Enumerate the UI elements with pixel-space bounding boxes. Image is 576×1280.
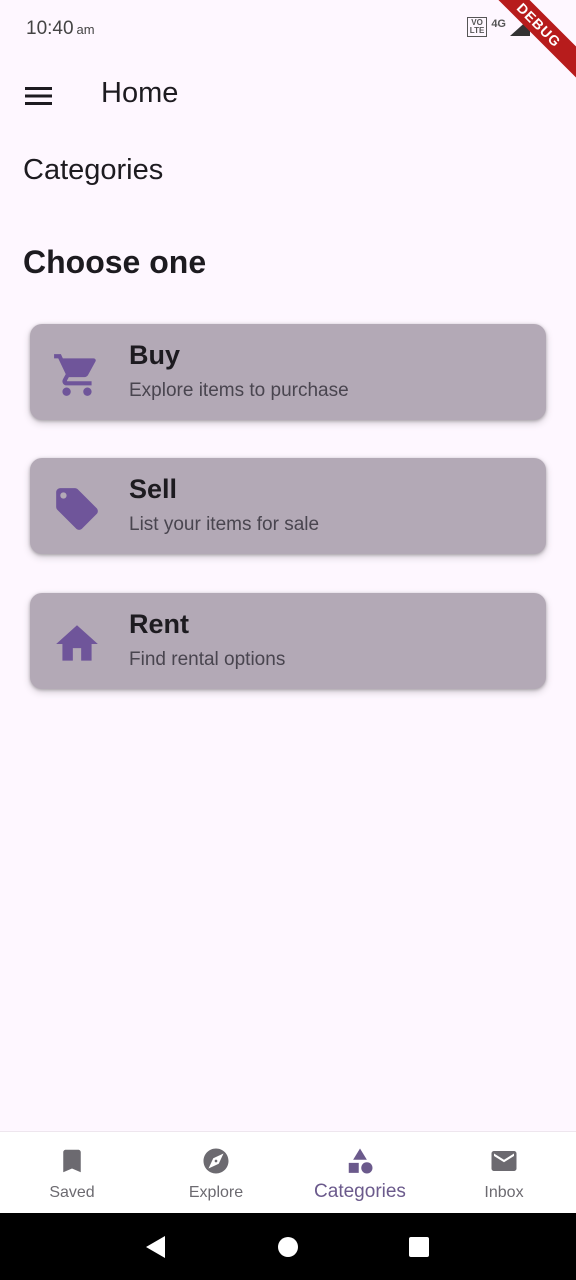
rent-card-description: Find rental options [129, 649, 286, 670]
app-bar: Home [0, 60, 576, 130]
system-navigation-bar [0, 1213, 576, 1280]
nav-label-saved: Saved [49, 1184, 95, 1201]
recents-icon[interactable] [404, 1232, 434, 1262]
rent-card-title: Rent [129, 609, 189, 639]
page-title: Home [101, 77, 179, 109]
status-time-ampm: am [76, 22, 95, 37]
buy-card-title: Buy [129, 340, 181, 370]
shapes-icon [348, 1148, 373, 1174]
home-icon [56, 625, 98, 661]
compass-icon [203, 1148, 229, 1174]
bookmark-icon [63, 1149, 81, 1173]
bottom-navigation: Saved Explore Categories Inbox [0, 1131, 576, 1213]
status-bar: 10:40 am VO LTE 4G DEBUG [0, 0, 576, 86]
nav-item-inbox[interactable]: Inbox [432, 1132, 576, 1213]
nav-item-explore[interactable]: Explore [144, 1132, 288, 1213]
mail-icon [491, 1151, 517, 1171]
back-icon[interactable] [141, 1232, 171, 1262]
section-title: Categories [23, 154, 164, 186]
nav-item-saved[interactable]: Saved [0, 1132, 144, 1213]
volte-icon: VO LTE [466, 17, 488, 37]
sell-card-title: Sell [129, 474, 178, 504]
cart-icon [54, 354, 96, 396]
tag-icon [56, 488, 98, 530]
buy-card[interactable]: Buy Explore items to purchase [30, 324, 546, 420]
choose-heading: Choose one [23, 244, 207, 280]
buy-card-description: Explore items to purchase [129, 380, 349, 401]
status-time: 10:40 am [26, 18, 95, 40]
app-screen: 10:40 am VO LTE 4G DEBUG Home Categories C… [0, 0, 576, 1280]
menu-button[interactable] [18, 75, 60, 117]
home-button-icon[interactable] [273, 1232, 303, 1262]
status-time-value: 10:40 [26, 18, 74, 39]
sell-card[interactable]: Sell List your items for sale [30, 458, 546, 554]
nav-label-explore: Explore [188, 1184, 244, 1201]
nav-label-inbox: Inbox [484, 1184, 524, 1201]
sell-card-description: List your items for sale [129, 514, 320, 535]
hamburger-menu-icon [25, 87, 52, 105]
rent-card[interactable]: Rent Find rental options [30, 593, 546, 689]
nav-label-categories: Categories [314, 1181, 406, 1202]
network-type-label: 4G [491, 18, 506, 30]
nav-item-categories[interactable]: Categories [288, 1132, 432, 1213]
